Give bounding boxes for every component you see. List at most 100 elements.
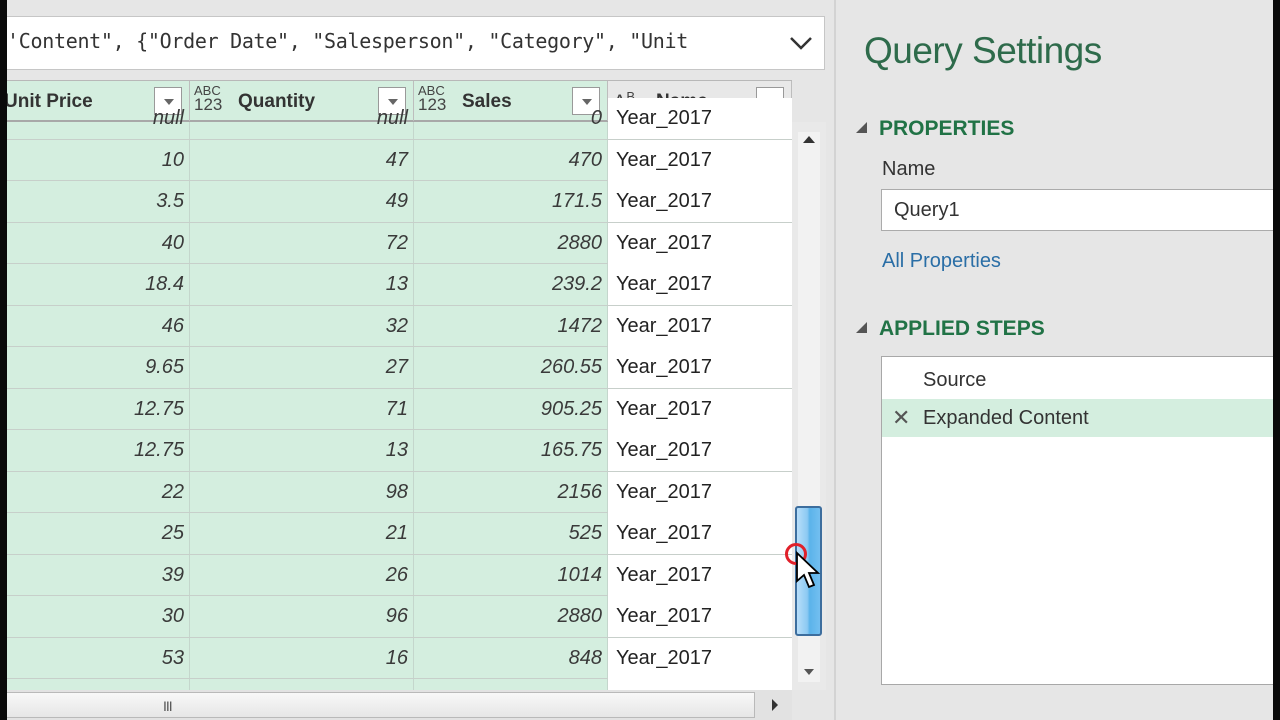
cell-unit-price[interactable]: 9.65	[7, 347, 190, 388]
table-row[interactable]: 53 16 848 Year_2017	[7, 637, 792, 679]
formula-bar[interactable]: 'Content", {"Order Date", "Salesperson",…	[7, 16, 825, 70]
all-properties-link[interactable]: All Properties	[882, 250, 1001, 273]
section-label: PROPERTIES	[879, 117, 1015, 140]
applied-steps-list: Source ✕ Expanded Content	[881, 356, 1274, 685]
cell-name[interactable]: Year_2017	[608, 98, 792, 139]
applied-steps-section-header[interactable]: APPLIED STEPS	[856, 317, 1045, 341]
cell-name[interactable]: Year_2017	[608, 139, 792, 181]
cell-unit-price[interactable]: 22	[7, 472, 190, 513]
cell-unit-price[interactable]: 12.75	[7, 430, 190, 471]
cell-name[interactable]: Year_2017	[608, 596, 792, 637]
cell-quantity[interactable]: 16	[190, 638, 414, 679]
expand-formula-chevron-icon[interactable]	[788, 31, 814, 55]
cell-quantity[interactable]: 72	[190, 223, 414, 264]
scroll-down-arrow-icon[interactable]	[804, 669, 814, 675]
vertical-scrollbar[interactable]	[792, 122, 826, 690]
cell-quantity[interactable]: 49	[190, 181, 414, 222]
collapse-triangle-icon[interactable]	[856, 122, 867, 133]
cell-quantity[interactable]: 13	[190, 264, 414, 305]
cell-quantity[interactable]: 47	[190, 140, 414, 181]
section-label: APPLIED STEPS	[879, 317, 1045, 340]
collapse-triangle-icon[interactable]	[856, 322, 867, 333]
table-row[interactable]: 9.65 27 260.55 Year_2017	[7, 347, 792, 389]
formula-text[interactable]: 'Content", {"Order Date", "Salesperson",…	[7, 29, 688, 53]
horizontal-scroll-thumb[interactable]: III	[7, 692, 755, 718]
cell-unit-price[interactable]: 39	[7, 555, 190, 596]
step-expanded-content[interactable]: ✕ Expanded Content	[882, 399, 1274, 437]
table-row[interactable]: 12.75 13 165.75 Year_2017	[7, 430, 792, 472]
cell-sales[interactable]: 1014	[414, 555, 608, 596]
name-label: Name	[882, 158, 936, 180]
cell-quantity[interactable]: 71	[190, 389, 414, 430]
table-row[interactable]: 40 72 2880 Year_2017	[7, 222, 792, 264]
cell-sales[interactable]: 1472	[414, 306, 608, 347]
cell-sales[interactable]: 848	[414, 638, 608, 679]
cell-unit-price[interactable]: 53	[7, 638, 190, 679]
table-row[interactable]: 46 32 1472 Year_2017	[7, 305, 792, 347]
cell-name[interactable]: Year_2017	[608, 347, 792, 388]
cell-quantity[interactable]: 98	[190, 472, 414, 513]
cell-quantity[interactable]: 26	[190, 555, 414, 596]
data-grid: Unit Price ABC 123 Quantity ABC 123 Sales …	[7, 80, 792, 690]
cell-unit-price[interactable]: 10	[7, 140, 190, 181]
table-row[interactable]: 25 21 525 Year_2017	[7, 513, 792, 555]
cell-name[interactable]: Year_2017	[608, 513, 792, 554]
scroll-right-arrow-icon[interactable]	[772, 699, 778, 711]
cell-sales[interactable]: 905.25	[414, 389, 608, 430]
step-label: Expanded Content	[923, 407, 1089, 429]
cell-sales[interactable]: 525	[414, 513, 608, 554]
cell-sales[interactable]: 2880	[414, 596, 608, 637]
table-row[interactable]: 10 47 470 Year_2017	[7, 139, 792, 181]
delete-step-icon[interactable]: ✕	[892, 399, 910, 437]
cell-name[interactable]: Year_2017	[608, 637, 792, 679]
cell-name[interactable]: Year_2017	[608, 264, 792, 305]
cell-sales[interactable]: 470	[414, 140, 608, 181]
table-row[interactable]: 3.5 49 171.5 Year_2017	[7, 181, 792, 223]
cell-sales[interactable]: 165.75	[414, 430, 608, 471]
cell-unit-price[interactable]: 30	[7, 596, 190, 637]
table-row[interactable]: 18.4 13 239.2 Year_2017	[7, 264, 792, 306]
cell-quantity[interactable]: 21	[190, 513, 414, 554]
table-row[interactable]: null null 0 Year_2017	[7, 98, 792, 140]
cell-unit-price[interactable]: 12.75	[7, 389, 190, 430]
cell-name[interactable]: Year_2017	[608, 554, 792, 596]
cell-quantity[interactable]: null	[190, 98, 414, 139]
pane-divider[interactable]	[834, 0, 836, 720]
cell-sales[interactable]: 239.2	[414, 264, 608, 305]
cell-sales[interactable]: 0	[414, 98, 608, 139]
vertical-scroll-thumb[interactable]	[795, 506, 822, 636]
cell-unit-price[interactable]: 25	[7, 513, 190, 554]
cell-quantity[interactable]: 27	[190, 347, 414, 388]
step-label: Source	[923, 369, 987, 391]
cell-name[interactable]: Year_2017	[608, 181, 792, 222]
horizontal-scrollbar[interactable]: III	[7, 690, 792, 720]
cell-sales[interactable]: 260.55	[414, 347, 608, 388]
table-row[interactable]: 30 96 2880 Year_2017	[7, 596, 792, 638]
grip-icon: III	[163, 698, 173, 714]
scroll-up-arrow-icon[interactable]	[803, 136, 815, 143]
cell-sales[interactable]: 2156	[414, 472, 608, 513]
step-source[interactable]: Source	[882, 361, 1274, 399]
cell-unit-price[interactable]: 46	[7, 306, 190, 347]
cell-unit-price[interactable]: 18.4	[7, 264, 190, 305]
cell-quantity[interactable]: 32	[190, 306, 414, 347]
cell-name[interactable]: Year_2017	[608, 471, 792, 513]
screen-edge-left	[0, 0, 7, 720]
cell-unit-price[interactable]: null	[7, 98, 190, 139]
screen-edge-right	[1273, 0, 1280, 720]
cell-name[interactable]: Year_2017	[608, 430, 792, 471]
table-row[interactable]: 39 26 1014 Year_2017	[7, 554, 792, 596]
table-row[interactable]: 22 98 2156 Year_2017	[7, 471, 792, 513]
cell-sales[interactable]: 171.5	[414, 181, 608, 222]
table-row[interactable]: 12.75 71 905.25 Year_2017	[7, 388, 792, 430]
cell-name[interactable]: Year_2017	[608, 222, 792, 264]
cell-name[interactable]: Year_2017	[608, 388, 792, 430]
cell-quantity[interactable]: 96	[190, 596, 414, 637]
cell-name[interactable]: Year_2017	[608, 305, 792, 347]
cell-quantity[interactable]: 13	[190, 430, 414, 471]
cell-unit-price[interactable]: 3.5	[7, 181, 190, 222]
cell-sales[interactable]: 2880	[414, 223, 608, 264]
query-name-input[interactable]	[881, 189, 1273, 231]
cell-unit-price[interactable]: 40	[7, 223, 190, 264]
properties-section-header[interactable]: PROPERTIES	[856, 117, 1014, 141]
